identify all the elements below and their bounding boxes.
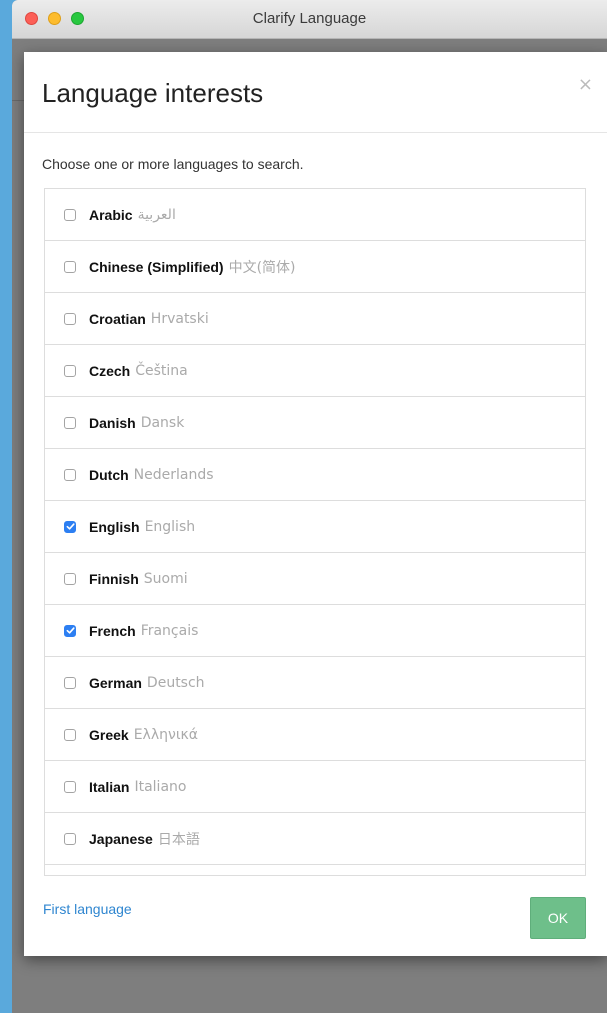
check-icon [66,627,75,634]
language-name: English [89,518,140,535]
checkbox[interactable] [64,572,76,585]
language-native-name: Français [140,622,199,639]
language-row[interactable]: Italian Italiano [45,761,585,813]
checkbox[interactable] [64,312,76,325]
language-row[interactable]: Greek Ελληνικά [45,709,585,761]
language-row[interactable]: German Deutsch [45,657,585,709]
language-native-name: Suomi [143,570,188,587]
language-row[interactable] [45,865,585,875]
dialog-instructions: Choose one or more languages to search. [42,156,304,172]
language-native-name: 中文(简体) [228,259,296,276]
language-native-name: Hrvatski [150,310,209,327]
language-name: Dutch [89,466,129,483]
language-native-name: Italiano [134,778,187,795]
language-native-name: English [144,518,196,535]
language-list[interactable]: Arabic العربية Chinese (Simplified) 中文(简体) C… [44,188,586,876]
backdrop-divider [12,100,24,101]
checkbox[interactable] [64,416,76,429]
language-row[interactable]: French Français [45,605,585,657]
language-name: Arabic [89,206,133,223]
window-title: Clarify Language [252,10,367,27]
title-bar[interactable]: Clarify Language [12,0,607,39]
language-name: Croatian [89,310,146,327]
language-name: Greek [89,726,129,743]
language-row[interactable]: Japanese 日本語 [45,813,585,865]
language-native-name: Čeština [135,362,188,379]
check-icon [66,523,75,530]
language-row[interactable]: English English [45,501,585,553]
language-interests-dialog: Language interests × Choose one or more … [24,52,607,956]
checkbox-checked[interactable] [64,624,76,637]
first-language-link[interactable]: First language [43,901,132,917]
language-row[interactable]: Czech Čeština [45,345,585,397]
language-native-name: Nederlands [133,466,214,483]
language-name: Finnish [89,570,139,587]
language-name: Japanese [89,830,153,847]
language-name: Italian [89,778,130,795]
language-row[interactable]: Finnish Suomi [45,553,585,605]
checkbox[interactable] [64,780,76,793]
language-native-name: العربية [137,206,176,223]
language-native-name: 日本語 [157,831,200,848]
checkbox[interactable] [64,208,76,221]
language-name: Czech [89,362,131,379]
language-name: German [89,674,142,691]
dialog-header: Language interests × [24,52,607,133]
language-name: Danish [89,414,136,431]
dialog-close-button[interactable]: × [578,74,593,95]
checkbox[interactable] [64,260,76,273]
app-window: Clarify Language Language interests × Ch… [12,0,607,1013]
language-row[interactable]: Danish Dansk [45,397,585,449]
language-row[interactable]: Arabic العربية [45,189,585,241]
checkbox[interactable] [64,364,76,377]
checkbox[interactable] [64,728,76,741]
language-native-name: Deutsch [146,674,205,691]
checkbox-checked[interactable] [64,520,76,533]
dialog-title: Language interests [42,78,264,108]
language-row[interactable]: Chinese (Simplified) 中文(简体) [45,241,585,293]
language-native-name: Ελληνικά [133,726,199,743]
checkbox[interactable] [64,832,76,845]
checkbox[interactable] [64,468,76,481]
language-native-name: Dansk [140,414,185,431]
language-row[interactable]: Dutch Nederlands [45,449,585,501]
ok-button[interactable]: OK [530,897,586,939]
language-name: French [89,622,136,639]
language-row[interactable]: Croatian Hrvatski [45,293,585,345]
language-name: Chinese (Simplified) [89,258,224,275]
checkbox[interactable] [64,676,76,689]
